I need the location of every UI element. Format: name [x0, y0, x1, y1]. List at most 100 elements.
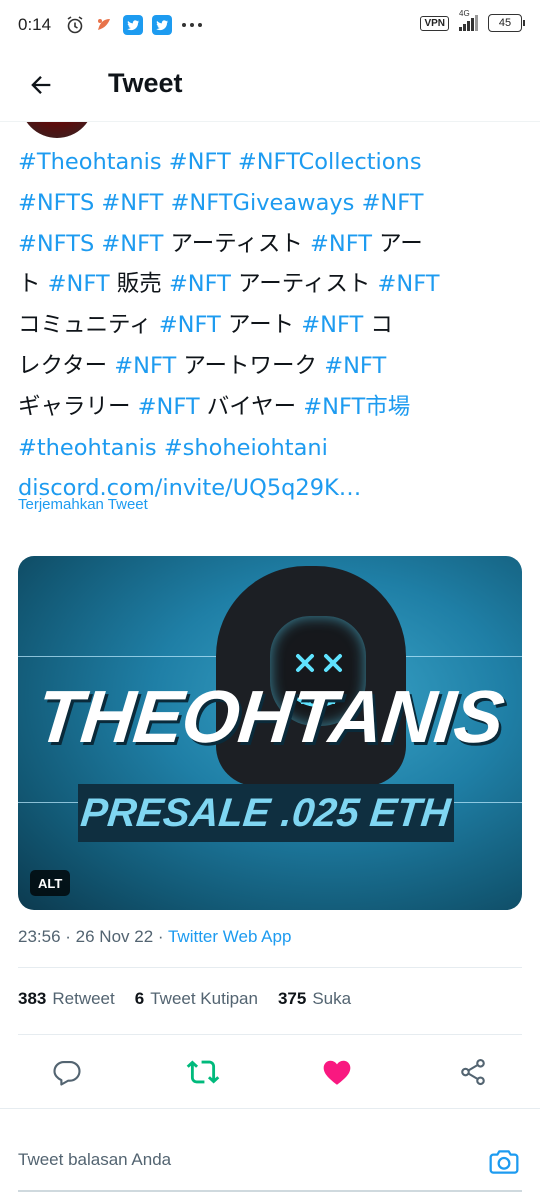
add-photo-button[interactable]: [486, 1144, 522, 1180]
tweet-text-line: #Theohtanis #NFT #NFTCollections: [18, 142, 508, 183]
reply-underline: [18, 1190, 522, 1192]
tweet-text-segment: アーティスト: [230, 271, 378, 298]
retweet-icon: [186, 1060, 220, 1084]
tweet-text-line: コミュニティ #NFT アート #NFT コ: [18, 305, 508, 346]
divider: [0, 1108, 540, 1109]
reply-button[interactable]: [49, 1054, 85, 1090]
hashtag-link[interactable]: #NFT: [159, 312, 221, 338]
tweet-text-segment: [354, 190, 361, 216]
retweets-stat[interactable]: 383 Retweet: [18, 989, 115, 1009]
tweet-text-segment: アー: [372, 230, 423, 257]
tweet-text-segment: アーティスト: [163, 230, 311, 257]
quotes-stat[interactable]: 6 Tweet Kutipan: [135, 989, 258, 1009]
tweet-text-segment: ト: [18, 271, 48, 298]
heart-icon: [323, 1060, 351, 1085]
hashtag-link[interactable]: #NFTGiveaways: [171, 190, 355, 216]
engagement-stats: 383 Retweet 6 Tweet Kutipan 375 Suka: [18, 989, 351, 1009]
hashtag-link[interactable]: #theohtanis: [18, 435, 157, 461]
signal-icon: 4G: [459, 9, 478, 31]
hashtag-link[interactable]: #NFT: [324, 353, 386, 379]
hashtag-link[interactable]: #NFTS: [18, 231, 94, 257]
retweets-label: Retweet: [52, 989, 115, 1008]
notification-app-icon: [94, 15, 114, 35]
tweet-text-line: #theohtanis #shoheiohtani: [18, 428, 508, 469]
hashtag-link[interactable]: #NFT: [362, 190, 424, 216]
tweet-media-image[interactable]: THEOHTANIS PRESALE .025 ETH ALT: [18, 556, 522, 910]
share-button[interactable]: [455, 1054, 491, 1090]
status-bar: 0:14 VPN 4G 45: [0, 0, 540, 50]
status-time: 0:14: [18, 15, 52, 34]
arrow-left-icon: [31, 76, 51, 94]
tweet-text-line: #NFTS #NFT アーティスト #NFT アー: [18, 224, 508, 265]
vpn-indicator: VPN: [420, 15, 449, 31]
tweet-text-segment: コ: [363, 312, 393, 339]
media-subtitle: PRESALE .025 ETH: [79, 790, 453, 835]
quotes-label: Tweet Kutipan: [150, 989, 258, 1008]
twitter-notification-icon: [152, 15, 173, 35]
alt-text-badge[interactable]: ALT: [30, 870, 71, 896]
likes-count: 375: [277, 989, 307, 1008]
tweet-source-link[interactable]: Twitter Web App: [168, 927, 291, 946]
alarm-icon: [65, 15, 85, 35]
page-title: Tweet: [108, 68, 183, 98]
translate-tweet-link[interactable]: Terjemahkan Tweet: [18, 496, 148, 513]
top-app-bar: Tweet: [0, 50, 540, 122]
meta-separator: ·: [60, 927, 76, 946]
hashtag-link[interactable]: #NFTCollections: [238, 149, 422, 175]
likes-label: Suka: [312, 989, 352, 1008]
hashtag-link[interactable]: #NFTS: [18, 190, 94, 216]
tweet-text-segment: アートワーク: [176, 352, 325, 379]
hashtag-link[interactable]: #NFT市場: [303, 394, 410, 420]
reply-input[interactable]: [18, 1150, 418, 1170]
tweet-timestamp: 23:56 · 26 Nov 22 · Twitter Web App: [18, 927, 291, 947]
tweet-text-line: ト #NFT 販売 #NFT アーティスト #NFT: [18, 264, 508, 305]
tweet-text-segment: [157, 435, 164, 461]
likes-stat[interactable]: 375 Suka: [278, 989, 351, 1009]
hashtag-link[interactable]: #shoheiohtani: [164, 435, 328, 461]
divider: [18, 967, 522, 968]
tweet-text-segment: レクター: [18, 352, 115, 379]
meta-separator: ·: [153, 927, 168, 946]
tweet-actions-bar: [0, 1050, 540, 1094]
hashtag-link[interactable]: #NFT: [114, 353, 176, 379]
tweet-text-segment: [163, 190, 170, 216]
retweets-count: 383: [18, 989, 47, 1008]
divider: [18, 1034, 522, 1035]
tweet-text-line: ギャラリー #NFT バイヤー #NFT市場: [18, 387, 508, 428]
twitter-notification-icon: [123, 15, 144, 35]
battery-indicator: 45: [488, 14, 525, 32]
tweet-text-line: レクター #NFT アートワーク #NFT: [18, 346, 508, 387]
tweet-text-segment: ギャラリー: [18, 393, 138, 420]
hashtag-link[interactable]: #NFT: [310, 231, 372, 257]
hashtag-link[interactable]: #NFT: [138, 394, 200, 420]
tweet-text-segment: [231, 149, 238, 175]
tweet-text-segment: [162, 149, 169, 175]
back-button[interactable]: [24, 68, 58, 102]
like-button[interactable]: [319, 1054, 355, 1090]
hashtag-link[interactable]: #Theohtanis: [18, 149, 162, 175]
tweet-time: 23:56: [18, 927, 61, 946]
hashtag-link[interactable]: #NFT: [48, 271, 110, 297]
hashtag-link[interactable]: #NFT: [169, 149, 231, 175]
media-subtitle-box: PRESALE .025 ETH: [78, 784, 454, 842]
more-notifications-icon: [181, 21, 203, 29]
comment-icon: [53, 1060, 81, 1086]
network-type-label: 4G: [459, 9, 470, 18]
camera-icon: [489, 1150, 519, 1174]
hashtag-link[interactable]: #NFT: [378, 271, 440, 297]
hashtag-link[interactable]: #NFT: [301, 312, 363, 338]
share-icon: [461, 1058, 485, 1086]
hashtag-link[interactable]: #NFT: [101, 231, 163, 257]
tweet-text-line: #NFTS #NFT #NFTGiveaways #NFT: [18, 183, 508, 224]
quotes-count: 6: [134, 989, 145, 1008]
hashtag-link[interactable]: #NFT: [169, 271, 231, 297]
tweet-text-segment: バイヤー: [199, 393, 304, 420]
battery-level: 45: [498, 17, 512, 29]
tweet-text-segment: 販売: [109, 271, 169, 298]
tweet-text-segment: コミュニティ: [18, 312, 159, 339]
tweet-text-segment: アート: [220, 312, 302, 339]
media-headline: THEOHTANIS: [32, 675, 508, 758]
hashtag-link[interactable]: #NFT: [101, 190, 163, 216]
retweet-button[interactable]: [185, 1054, 221, 1090]
tweet-text: #Theohtanis #NFT #NFTCollections #NFTS #N…: [18, 142, 508, 509]
